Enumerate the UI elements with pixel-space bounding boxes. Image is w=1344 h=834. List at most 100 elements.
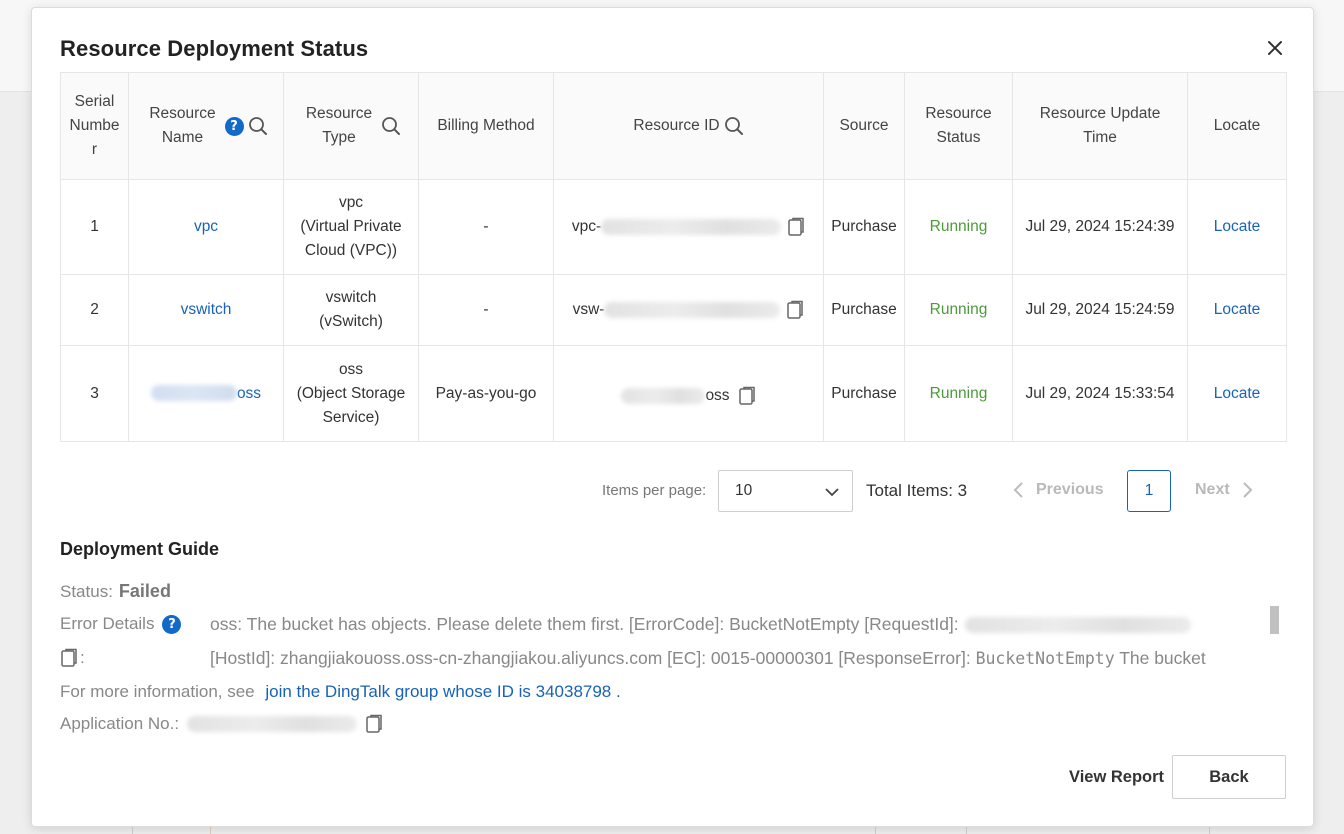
redacted-request-id: [964, 616, 1191, 633]
cell-update-time: Jul 29, 2024 15:33:54: [1012, 345, 1188, 442]
error-colon: :: [80, 648, 85, 667]
dialog-title: Resource Deployment Status: [60, 36, 369, 61]
header-serial-number: Serial Number: [60, 72, 129, 180]
view-report-button[interactable]: View Report: [1069, 768, 1164, 787]
header-label: Resource Update Time: [1039, 105, 1161, 146]
cell-source: Purchase: [823, 179, 905, 275]
status-value: Failed: [118, 581, 171, 601]
cell-update-time: Jul 29, 2024 15:24:39: [1012, 179, 1188, 275]
status-label: Status:: [60, 582, 113, 601]
header-resource-name: Resource Name ?: [128, 72, 284, 180]
header-label: Billing Method: [437, 117, 535, 134]
copy-icon[interactable]: [365, 714, 383, 734]
cell-serial: 2: [60, 274, 129, 346]
table-row: 3 oss oss (Object Storage Service) Pay-a…: [60, 345, 1287, 442]
copy-icon[interactable]: [786, 300, 804, 320]
error-text: oss: The bucket has objects. Please dele…: [210, 614, 959, 634]
items-per-page-label: Items per page:: [602, 482, 707, 499]
help-icon[interactable]: ?: [224, 116, 244, 136]
table-row: 1 vpc vpc (Virtual Private Cloud (VPC)) …: [60, 179, 1287, 275]
locate-link[interactable]: Locate: [1214, 218, 1261, 235]
type-desc: (Object Storage Service): [296, 384, 406, 426]
type-code: oss: [338, 360, 364, 378]
redacted-id: [601, 219, 782, 235]
cell-resource-id: vsw-: [553, 274, 824, 346]
help-icon[interactable]: ?: [162, 614, 182, 634]
cell-serial: 3: [60, 345, 129, 442]
close-button[interactable]: [1262, 35, 1288, 61]
cell-status: Running: [904, 274, 1013, 346]
pagination: Items per page: 10 Total Items: 3 Previo…: [32, 470, 1313, 512]
type-desc: (vSwitch): [319, 313, 383, 330]
redacted-id: [604, 302, 781, 318]
cell-type: vpc (Virtual Private Cloud (VPC)): [283, 179, 419, 275]
type-code: vswitch: [325, 289, 377, 306]
header-label: Serial Number: [69, 93, 120, 158]
cell-billing: -: [418, 274, 554, 346]
page-button-1[interactable]: 1: [1127, 470, 1171, 512]
application-no-row: Application No.:: [60, 714, 383, 734]
type-code: vpc: [338, 194, 364, 211]
next-label: Next: [1195, 481, 1230, 498]
chevron-down-icon: [822, 482, 842, 502]
search-icon[interactable]: [248, 116, 268, 136]
cell-source: Purchase: [823, 345, 905, 442]
more-info-row: For more information, see join the DingT…: [60, 682, 621, 702]
status-row: Status: Failed: [60, 581, 171, 602]
dingtalk-group-link[interactable]: join the DingTalk group whose ID is 3403…: [265, 682, 611, 701]
back-button[interactable]: Back: [1172, 755, 1286, 799]
redacted-id: [621, 387, 706, 404]
error-details-line-1: oss: The bucket has objects. Please dele…: [210, 614, 1191, 635]
error-details-label: Error Details ?: [60, 614, 182, 634]
deployment-status-dialog: Resource Deployment Status Serial Number…: [31, 7, 1314, 827]
id-suffix: oss: [705, 386, 730, 404]
error-details-line-2: [HostId]: zhangjiakouoss.oss-cn-zhangjia…: [210, 648, 1206, 669]
total-items: Total Items: 3: [866, 481, 968, 500]
cell-resource-id: oss: [553, 345, 824, 442]
cell-update-time: Jul 29, 2024 15:24:59: [1012, 274, 1188, 346]
resource-name-link[interactable]: oss: [237, 385, 261, 402]
select-value: 10: [735, 482, 753, 499]
header-billing-method: Billing Method: [418, 72, 554, 180]
header-update-time: Resource Update Time: [1012, 72, 1188, 180]
items-per-page-select[interactable]: 10: [718, 470, 853, 512]
chevron-right-icon: [1242, 482, 1253, 498]
search-icon[interactable]: [381, 116, 401, 136]
error-scrollbar[interactable]: [1270, 606, 1279, 634]
header-resource-id: Resource ID: [553, 72, 824, 180]
search-icon[interactable]: [724, 116, 744, 136]
cell-status: Running: [904, 345, 1013, 442]
more-info-text: For more information, see: [60, 682, 255, 701]
locate-link[interactable]: Locate: [1214, 301, 1261, 318]
next-page-button[interactable]: Next: [1195, 481, 1254, 499]
id-prefix: vpc-: [571, 218, 602, 235]
cell-source: Purchase: [823, 274, 905, 346]
header-resource-type: Resource Type: [283, 72, 419, 180]
cell-type: vswitch (vSwitch): [283, 274, 419, 346]
table-row: 2 vswitch vswitch (vSwitch) - vsw- Purch…: [60, 274, 1287, 346]
error-label: Error Details: [60, 614, 155, 633]
type-desc: (Virtual Private Cloud (VPC)): [300, 218, 402, 259]
cell-resource-id: vpc-: [553, 179, 824, 275]
copy-icon[interactable]: [787, 217, 805, 237]
header-label: Source: [839, 117, 889, 134]
resource-name-link[interactable]: vswitch: [181, 301, 232, 318]
cell-type: oss (Object Storage Service): [283, 345, 419, 442]
cell-billing: -: [418, 179, 554, 275]
redacted-application-no: [187, 716, 358, 732]
cell-billing: Pay-as-you-go: [418, 345, 554, 442]
locate-link[interactable]: Locate: [1214, 385, 1261, 402]
resource-name-link[interactable]: vpc: [194, 218, 218, 235]
id-prefix: vsw-: [572, 301, 605, 318]
error-copy-row: :: [60, 648, 85, 668]
resource-table: Serial Number Resource Name ? Resource T…: [60, 72, 1287, 442]
header-resource-status: Resource Status: [904, 72, 1013, 180]
source-text: Purchase: [831, 384, 897, 402]
header-label: Resource Name: [149, 105, 216, 146]
chevron-left-icon: [1013, 482, 1023, 498]
previous-page-button[interactable]: Previous: [1012, 481, 1104, 499]
copy-icon[interactable]: [60, 648, 78, 668]
copy-icon[interactable]: [738, 386, 756, 406]
application-no-label: Application No.:: [60, 714, 180, 733]
header-locate: Locate: [1187, 72, 1287, 180]
